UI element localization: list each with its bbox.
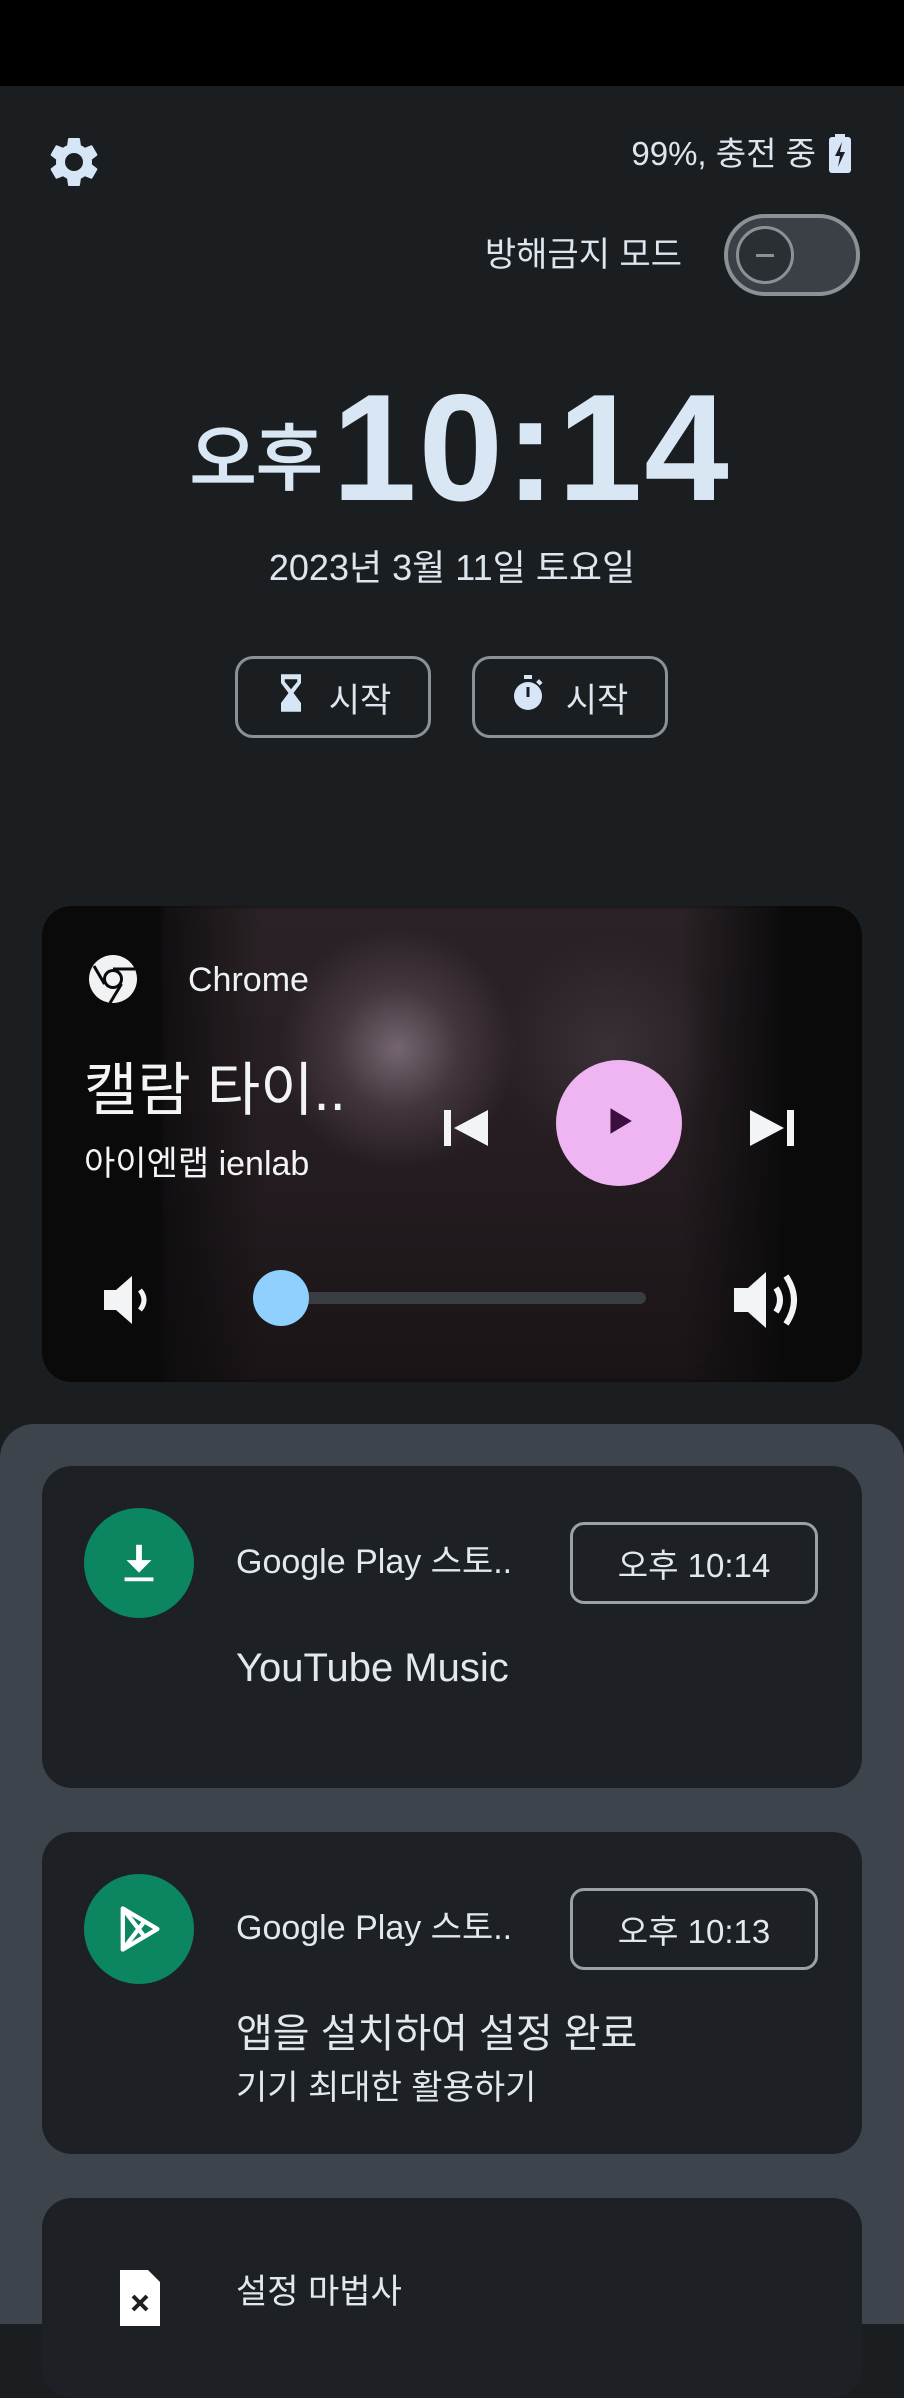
- battery-charging-icon: [828, 134, 852, 174]
- status-bar: [0, 0, 904, 86]
- notification-title: 앱을 설치하여 설정 완료: [236, 2012, 638, 2056]
- clock-ampm: 오후: [190, 420, 323, 500]
- dnd-label: 방해금지 모드: [484, 236, 682, 274]
- dnd-toggle-knob: [736, 226, 794, 284]
- play-icon: [603, 1105, 635, 1142]
- chrome-icon: [88, 954, 138, 1004]
- volume-slider[interactable]: [253, 1270, 646, 1326]
- gear-icon[interactable]: [44, 132, 104, 192]
- download-icon: [84, 1508, 194, 1618]
- notification-subtitle: 기기 최대한 활용하기: [236, 2069, 537, 2107]
- stopwatch-start-button[interactable]: 시작: [472, 656, 668, 738]
- hourglass-icon: [275, 673, 307, 722]
- volume-low-icon[interactable]: [98, 1270, 158, 1330]
- dnd-toggle[interactable]: [724, 214, 860, 296]
- skip-previous-icon[interactable]: [436, 1098, 496, 1158]
- volume-high-icon[interactable]: [730, 1262, 810, 1338]
- battery-status: 99%, 충전 중: [631, 135, 816, 172]
- stopwatch-start-label: 시작: [565, 681, 629, 720]
- skip-next-icon[interactable]: [742, 1098, 802, 1158]
- notification-card[interactable]: 설정 마법사: [42, 2198, 862, 2398]
- stopwatch-icon: [512, 673, 544, 722]
- notification-time: 오후 10:14: [570, 1522, 818, 1604]
- media-artist: 아이엔랩 ienlab: [84, 1145, 310, 1183]
- play-button[interactable]: [556, 1060, 682, 1186]
- media-player-card[interactable]: Chrome 캘람 타이.. 아이엔랩 ienlab: [42, 906, 862, 1382]
- play-store-icon: [84, 1874, 194, 1984]
- volume-slider-thumb[interactable]: [253, 1270, 310, 1326]
- notification-app-name: Google Play 스토..: [236, 1543, 513, 1581]
- timer-start-button[interactable]: 시작: [235, 656, 431, 738]
- notification-time: 오후 10:13: [570, 1888, 818, 1970]
- notification-app-name: Google Play 스토..: [236, 1909, 513, 1947]
- clock-time[interactable]: 10:14: [332, 368, 731, 528]
- clock-date: 2023년 3월 11일 토요일: [268, 547, 636, 588]
- media-app-name: Chrome: [188, 961, 309, 999]
- notification-card[interactable]: Google Play 스토.. 오후 10:14 YouTube Music: [42, 1466, 862, 1788]
- timer-start-label: 시작: [328, 681, 392, 720]
- notification-title: YouTube Music: [236, 1646, 509, 1690]
- media-title: 캘람 타이..: [84, 1058, 346, 1123]
- notification-card[interactable]: Google Play 스토.. 오후 10:13 앱을 설치하여 설정 완료 …: [42, 1832, 862, 2154]
- sim-card-error-icon: [118, 2268, 162, 2328]
- notification-title: 설정 마법사: [236, 2273, 402, 2311]
